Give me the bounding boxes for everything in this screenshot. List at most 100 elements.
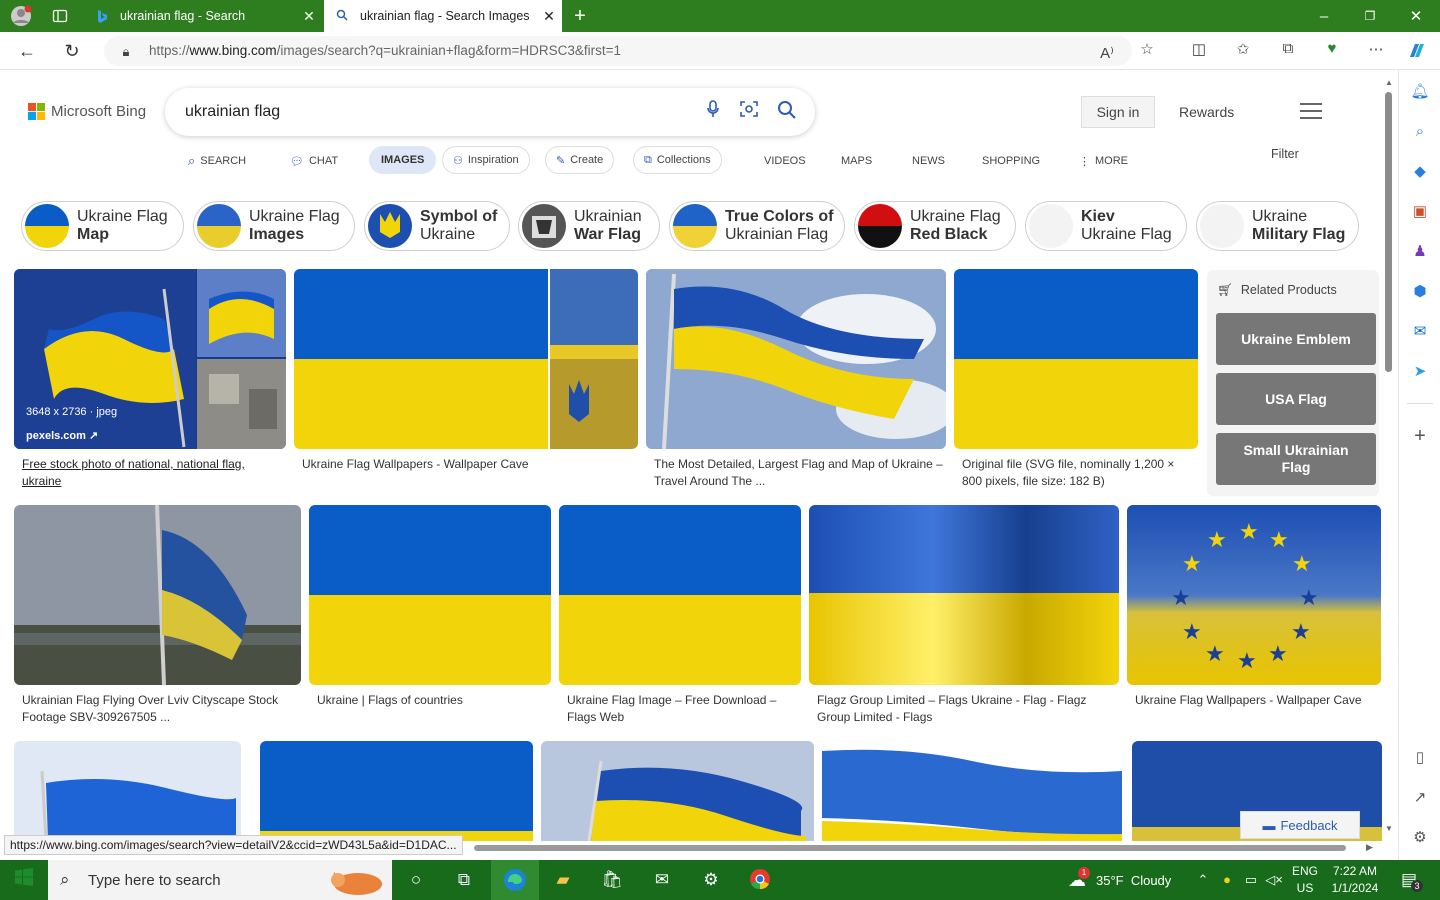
image-source[interactable]: pexels.com ↗	[26, 429, 98, 442]
result-caption[interactable]: Flagz Group Limited – Flags Ukraine - Fl…	[817, 692, 1117, 726]
result-caption[interactable]: Original file (SVG file, nominally 1,200…	[962, 456, 1192, 490]
tab-shopping[interactable]: SHOPPING	[982, 146, 1040, 176]
collections-icon[interactable]: ⧉	[1276, 40, 1300, 57]
tab-maps[interactable]: MAPS	[841, 146, 872, 176]
browser-essentials-icon[interactable]: ♥	[1320, 40, 1344, 57]
copilot-icon[interactable]	[1405, 40, 1429, 66]
scroll-down-arrow-icon[interactable]: ▼	[1385, 824, 1393, 833]
split-screen-icon[interactable]: ◫	[1187, 40, 1211, 58]
add-sidebar-icon[interactable]: +	[1408, 424, 1432, 448]
image-result[interactable]	[541, 741, 814, 841]
notification-center-icon[interactable]: ▤ 3	[1397, 868, 1423, 892]
new-tab-icon[interactable]: +	[568, 4, 592, 28]
search-icon[interactable]	[775, 100, 799, 124]
games-icon[interactable]: ♟	[1408, 240, 1432, 264]
refresh-icon[interactable]: ↻	[59, 39, 85, 63]
menu-hamburger-icon[interactable]	[1300, 103, 1322, 119]
vertical-scroll-thumb[interactable]	[1385, 92, 1392, 372]
tab-images[interactable]: IMAGES	[369, 146, 437, 174]
related-product-button[interactable]: Small Ukrainian Flag	[1216, 433, 1376, 485]
url-text[interactable]: https://www.bing.com/images/search?q=ukr…	[149, 43, 621, 58]
notifications-bell-icon[interactable]: 🔔︎	[1408, 80, 1432, 104]
shopping-tag-icon[interactable]: ◆	[1408, 160, 1432, 184]
microsoft-store-icon[interactable]: 🛍︎	[600, 868, 624, 892]
microsoft-365-icon[interactable]: ⬢	[1408, 280, 1432, 304]
search-input[interactable]	[185, 100, 665, 124]
image-result[interactable]	[309, 505, 551, 685]
result-caption[interactable]: The Most Detailed, Largest Flag and Map …	[654, 456, 944, 490]
microphone-icon[interactable]	[701, 100, 725, 124]
image-result[interactable]	[822, 741, 1122, 841]
related-chip[interactable]: True Colors of Ukrainian Flag	[669, 201, 845, 251]
cortana-icon[interactable]: ○	[404, 868, 428, 892]
mail-icon[interactable]: ✉	[650, 868, 674, 892]
image-result[interactable]	[294, 269, 638, 449]
norton-icon[interactable]: ●	[1215, 868, 1239, 892]
minimize-window-icon[interactable]: –	[1312, 4, 1336, 28]
settings-gear-icon[interactable]: ⚙	[1408, 826, 1432, 850]
image-result[interactable]	[14, 505, 301, 685]
clock[interactable]: 7:22 AM 1/1/2024	[1330, 860, 1380, 900]
profile-avatar-icon[interactable]	[8, 4, 34, 28]
edge-taskbar-icon[interactable]	[491, 860, 539, 900]
language-indicator[interactable]: ENG US	[1292, 860, 1318, 900]
show-hidden-icons-icon[interactable]: ⌃	[1191, 868, 1215, 892]
related-product-button[interactable]: Ukraine Emblem	[1216, 313, 1376, 365]
sidebar-panel-icon[interactable]: ▯	[1408, 746, 1432, 770]
scroll-up-arrow-icon[interactable]: ▲	[1385, 78, 1393, 87]
url-box[interactable]: 🔒︎ https://www.bing.com/images/search?q=…	[104, 36, 1132, 66]
drop-icon[interactable]: ➤	[1408, 360, 1432, 384]
related-chip[interactable]: Ukrainian War Flag	[518, 201, 660, 251]
vertical-scrollbar[interactable]: ▲ ▼	[1383, 78, 1395, 836]
volume-icon[interactable]: ◁×	[1262, 868, 1286, 892]
related-chip[interactable]: Ukraine Flag Images	[193, 201, 355, 251]
close-tab-icon[interactable]: ✕	[296, 8, 322, 25]
tab-search-images[interactable]: ukrainian flag - Search Images ✕	[324, 0, 562, 32]
tab-news[interactable]: NEWS	[912, 146, 945, 176]
image-result[interactable]: 3648 x 2736 · jpeg pexels.com ↗	[14, 269, 286, 449]
related-chip[interactable]: Ukraine Flag Red Black	[854, 201, 1016, 251]
filter-button[interactable]: Filter	[1271, 147, 1299, 161]
weather-widget[interactable]: ☁ 1 35°F Cloudy	[1068, 860, 1171, 900]
chrome-icon[interactable]	[748, 868, 772, 892]
image-result[interactable]	[809, 505, 1119, 685]
tab-actions-icon[interactable]	[48, 4, 72, 28]
tab-videos[interactable]: VIDEOS	[764, 146, 806, 176]
task-view-icon[interactable]: ⧉	[452, 868, 476, 892]
result-caption[interactable]: Free stock photo of national, national f…	[22, 456, 282, 490]
visual-search-icon[interactable]	[737, 100, 761, 124]
result-caption[interactable]: Ukraine Flag Image – Free Download – Fla…	[567, 692, 797, 726]
related-chip[interactable]: Kiev Ukraine Flag	[1025, 201, 1187, 251]
lock-icon[interactable]: 🔒︎	[114, 44, 138, 60]
search-icon[interactable]: ⌕	[1408, 120, 1432, 144]
result-caption[interactable]: Ukraine | Flags of countries	[317, 692, 547, 709]
restore-window-icon[interactable]: ❐	[1358, 4, 1382, 28]
scroll-right-arrow-icon[interactable]: ▶	[1366, 842, 1373, 853]
image-result[interactable]: ★ ★ ★ ★ ★ ★ ★ ★ ★ ★ ★ ★	[1127, 505, 1381, 685]
network-icon[interactable]: ▭	[1239, 868, 1263, 892]
tab-create[interactable]: ✎ Create	[545, 146, 615, 174]
read-aloud-icon[interactable]: A⁾	[1095, 44, 1119, 62]
search-box[interactable]	[165, 88, 815, 136]
windows-start-icon[interactable]	[12, 868, 36, 892]
related-product-button[interactable]: USA Flag	[1216, 373, 1376, 425]
horizontal-scroll-thumb[interactable]	[474, 845, 1346, 851]
image-result[interactable]	[559, 505, 801, 685]
tab-inspiration[interactable]: ⚇ Inspiration	[442, 146, 530, 174]
open-external-icon[interactable]: ↗	[1408, 786, 1432, 810]
favorite-star-icon[interactable]: ☆	[1135, 40, 1159, 58]
close-window-icon[interactable]: ✕	[1404, 4, 1428, 28]
sign-in-button[interactable]: Sign in	[1081, 96, 1155, 128]
tools-briefcase-icon[interactable]: ▣	[1408, 200, 1432, 224]
bing-logo[interactable]: Microsoft Bing	[28, 103, 146, 120]
rewards-link[interactable]: Rewards	[1179, 104, 1234, 120]
close-tab-icon[interactable]: ✕	[536, 8, 562, 25]
result-caption[interactable]: Ukraine Flag Wallpapers - Wallpaper Cave	[1135, 692, 1380, 709]
tab-search[interactable]: ukrainian flag - Search ✕	[84, 0, 322, 32]
favorites-icon[interactable]: ✩	[1231, 40, 1255, 58]
related-chip[interactable]: Ukraine Military Flag	[1196, 201, 1359, 251]
tab-collections[interactable]: ⧉ Collections	[633, 146, 722, 174]
feedback-button[interactable]: ▬ Feedback	[1240, 811, 1360, 839]
image-result[interactable]	[260, 741, 533, 841]
tab-chat[interactable]: 💬︎ CHAT	[290, 146, 338, 176]
